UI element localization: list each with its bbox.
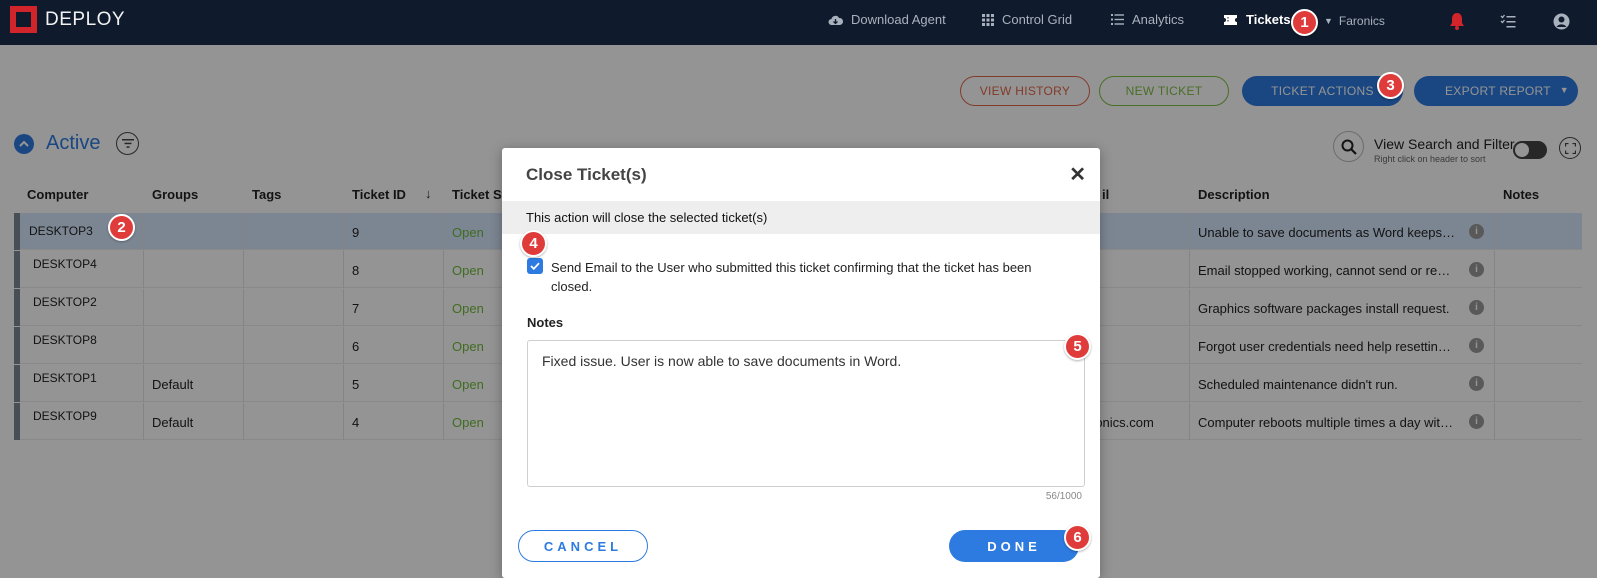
bell-icon xyxy=(1450,13,1464,30)
checkmark-icon xyxy=(530,262,540,270)
step-badge-1: 1 xyxy=(1291,9,1318,36)
checklist-icon xyxy=(1500,14,1516,28)
notes-label: Notes xyxy=(527,315,564,330)
nav-tickets[interactable]: Tickets xyxy=(1223,12,1291,27)
nav-download-agent-label: Download Agent xyxy=(851,12,946,27)
dialog-info-text: This action will close the selected tick… xyxy=(526,210,768,225)
nav-control-grid-label: Control Grid xyxy=(1002,12,1073,27)
send-email-label[interactable]: Send Email to the User who submitted thi… xyxy=(551,258,1071,296)
notifications-button[interactable] xyxy=(1449,12,1465,35)
deploy-logo[interactable]: DEPLOY xyxy=(10,6,125,33)
list-icon xyxy=(1111,14,1124,25)
cancel-button[interactable]: CANCEL xyxy=(518,530,648,562)
nav-analytics[interactable]: Analytics xyxy=(1111,12,1184,27)
step-badge-6: 6 xyxy=(1064,524,1091,551)
account-switcher[interactable]: ▼ Faronics xyxy=(1324,14,1385,28)
tasks-button[interactable] xyxy=(1500,14,1516,33)
step-badge-4: 4 xyxy=(520,230,547,257)
cloud-download-icon xyxy=(828,15,843,25)
user-circle-icon xyxy=(1553,13,1570,30)
dialog-title: Close Ticket(s) xyxy=(526,165,647,184)
step-badge-2: 2 xyxy=(108,214,135,241)
nav-analytics-label: Analytics xyxy=(1132,12,1185,27)
top-nav-bar: DEPLOY Download Agent Control Grid Analy… xyxy=(0,0,1597,45)
ticket-icon xyxy=(1224,14,1237,25)
close-icon[interactable]: ✕ xyxy=(1069,162,1086,187)
done-button[interactable]: DONE xyxy=(949,530,1079,562)
character-counter: 56/1000 xyxy=(1045,491,1082,502)
deploy-logo-icon xyxy=(10,6,37,33)
moon-icon xyxy=(1407,13,1416,31)
theme-toggle[interactable] xyxy=(1403,12,1419,37)
dialog-info-band: This action will close the selected tick… xyxy=(502,201,1100,234)
step-badge-5: 5 xyxy=(1064,333,1091,360)
step-badge-3: 3 xyxy=(1377,72,1404,99)
nav-tickets-label: Tickets xyxy=(1246,12,1291,27)
close-tickets-dialog: Close Ticket(s) ✕ This action will close… xyxy=(502,148,1100,578)
send-email-checkbox[interactable] xyxy=(527,258,543,274)
chevron-down-icon: ▼ xyxy=(1324,16,1333,26)
profile-button[interactable] xyxy=(1553,13,1570,35)
notes-textarea[interactable]: Fixed issue. User is now able to save do… xyxy=(527,340,1085,487)
grid-icon xyxy=(982,13,994,26)
account-name: Faronics xyxy=(1338,14,1385,28)
logo-text: DEPLOY xyxy=(45,8,126,30)
nav-control-grid[interactable]: Control Grid xyxy=(982,12,1072,27)
nav-download-agent[interactable]: Download Agent xyxy=(828,12,946,27)
